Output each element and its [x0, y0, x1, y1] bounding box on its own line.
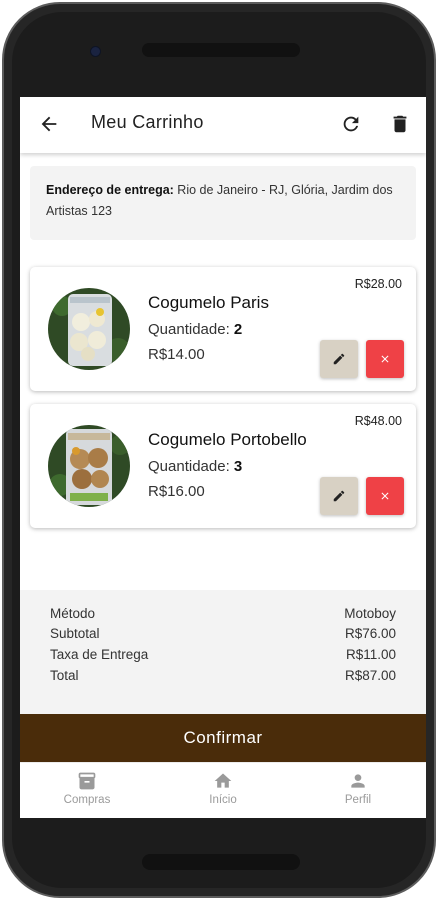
app-bar: Meu Carrinho: [20, 97, 426, 153]
product-quantity: Quantidade: 3: [148, 458, 242, 475]
nav-label: Compras: [63, 794, 111, 806]
product-name: Cogumelo Paris: [148, 293, 269, 312]
quantity-label: Quantidade:: [148, 458, 230, 475]
quantity-value: 2: [233, 321, 243, 338]
unit-price: R$14.00: [148, 346, 205, 363]
confirm-button[interactable]: Confirmar: [20, 714, 426, 762]
summary-row-subtotal: Subtotal R$76.00: [50, 626, 396, 646]
item-total: R$28.00: [354, 277, 402, 291]
product-name: Cogumelo Portobello: [148, 430, 307, 449]
earpiece-speaker: [142, 43, 300, 57]
summary-row-total: Total R$87.00: [50, 668, 396, 688]
edit-item-button[interactable]: [320, 477, 358, 515]
archive-icon: [78, 772, 96, 790]
product-image-paris: [48, 288, 130, 370]
order-summary: Método Motoboy Subtotal R$76.00 Taxa de …: [20, 590, 426, 714]
method-value: Motoboy: [344, 606, 396, 621]
pencil-icon: [333, 353, 345, 365]
home-icon: [214, 773, 232, 788]
edit-item-button[interactable]: [320, 340, 358, 378]
quantity-label: Quantidade:: [148, 321, 230, 338]
refresh-icon[interactable]: [340, 113, 362, 135]
pencil-icon: [333, 490, 345, 502]
quantity-value: 3: [233, 458, 243, 475]
nav-label: Perfil: [344, 794, 372, 806]
nav-item-compras[interactable]: Compras: [37, 771, 137, 806]
nav-item-inicio[interactable]: Início: [173, 771, 273, 806]
nav-item-perfil[interactable]: Perfil: [308, 771, 408, 806]
method-label: Método: [50, 606, 96, 621]
fee-label: Taxa de Entrega: [50, 647, 149, 662]
item-total: R$48.00: [354, 414, 402, 428]
camera-lens: [90, 46, 101, 57]
delivery-address: Endereço de entrega: Rio de Janeiro - RJ…: [30, 166, 416, 240]
unit-price: R$16.00: [148, 483, 205, 500]
bottom-navigation: Compras Início Perfil: [20, 762, 426, 818]
subtotal-label: Subtotal: [50, 626, 100, 641]
close-icon: [381, 355, 389, 363]
remove-item-button[interactable]: [366, 477, 404, 515]
subtotal-value: R$76.00: [344, 626, 396, 641]
person-icon: [351, 774, 365, 788]
trash-icon[interactable]: [389, 113, 411, 135]
phone-frame: Meu Carrinho Endereço de entrega: Rio de…: [2, 2, 436, 898]
back-arrow-icon[interactable]: [38, 113, 60, 135]
address-label: Endereço de entrega:: [46, 183, 174, 197]
nav-label: Início: [209, 794, 237, 806]
fee-value: R$11.00: [345, 647, 396, 662]
cart-item: Cogumelo Paris Quantidade: 2 R$14.00 R$2…: [30, 267, 416, 391]
total-value: R$87.00: [344, 668, 396, 683]
cart-item: Cogumelo Portobello Quantidade: 3 R$16.0…: [30, 404, 416, 528]
remove-item-button[interactable]: [366, 340, 404, 378]
close-icon: [381, 492, 389, 500]
summary-row-method: Método Motoboy: [50, 606, 396, 626]
page-title: Meu Carrinho: [91, 112, 204, 132]
total-label: Total: [50, 668, 79, 683]
product-image-portobello: [48, 425, 130, 507]
app-screen: Meu Carrinho Endereço de entrega: Rio de…: [20, 97, 426, 818]
product-quantity: Quantidade: 2: [148, 321, 242, 338]
bottom-speaker: [142, 854, 300, 870]
summary-row-fee: Taxa de Entrega R$11.00: [50, 647, 396, 667]
